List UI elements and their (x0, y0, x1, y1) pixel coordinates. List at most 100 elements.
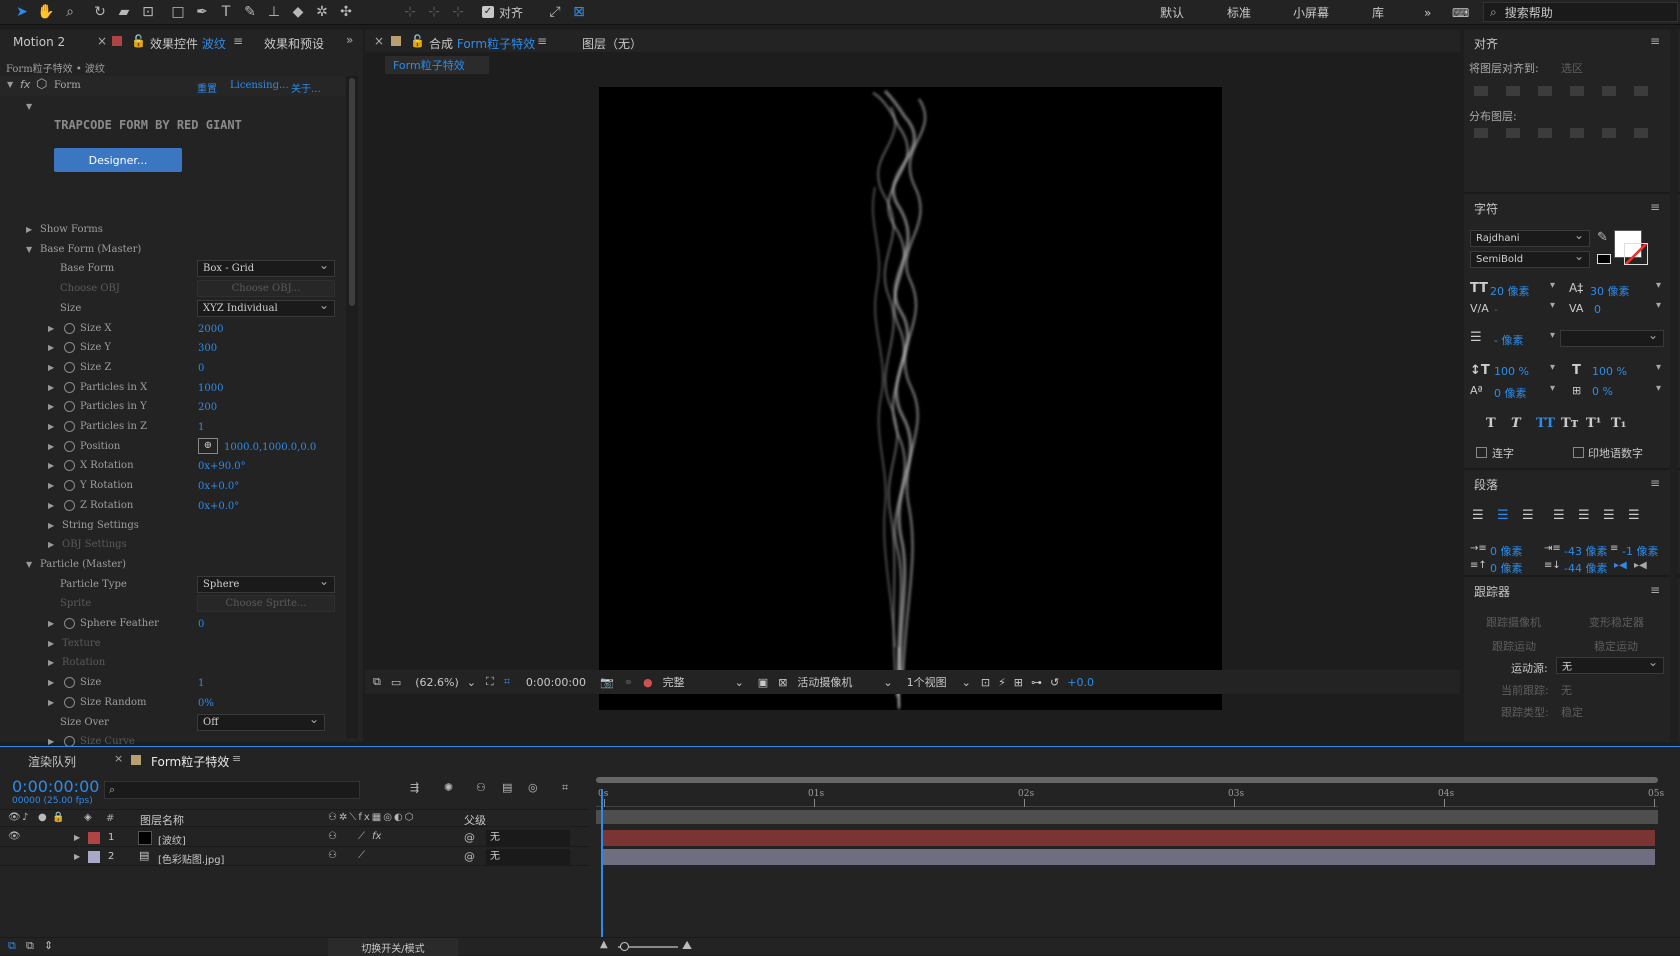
zoom-slider-thumb[interactable] (620, 942, 629, 951)
panel-menu-icon[interactable]: ≡ (232, 752, 241, 765)
camera-tool-icon[interactable]: ▰ (112, 1, 136, 23)
panel-menu-icon[interactable]: ≡ (1650, 583, 1660, 597)
views-dropdown[interactable]: 1个视图 (907, 674, 962, 690)
close-icon[interactable]: × (114, 752, 123, 765)
rtl-icon[interactable]: ▸◀ (1634, 560, 1647, 571)
paragraph-align-icon[interactable]: ☰ (1578, 508, 1590, 523)
stopwatch-icon[interactable] (64, 361, 75, 373)
frame-blend-icon[interactable]: ▤ (502, 781, 512, 794)
workspace-overflow-icon[interactable]: » (1424, 0, 1431, 25)
align-button-icon[interactable] (1506, 86, 1520, 96)
eye-icon[interactable]: 👁 (8, 812, 21, 823)
property-value[interactable]: 0x+0.0° (198, 501, 239, 512)
distribute-button-icon[interactable] (1538, 128, 1552, 138)
designer-button[interactable]: Designer... (54, 148, 182, 172)
paragraph-align-icon[interactable]: ☰ (1553, 508, 1565, 523)
expand-triangle-icon[interactable]: ▶ (48, 619, 54, 628)
chevron-down-icon[interactable]: ⌄ (883, 676, 892, 689)
property-row[interactable]: Particle Type Sphere (0, 574, 345, 595)
paragraph-align-icon[interactable]: ☰ (1497, 508, 1509, 523)
tab-effects-presets[interactable]: 效果和预设 (264, 35, 324, 52)
camera-dropdown[interactable]: 活动摄像机 (797, 674, 883, 690)
label-icon[interactable]: ◈ (84, 812, 92, 823)
baseline-shift-value[interactable]: 0 像素 (1494, 385, 1527, 401)
panel-menu-icon[interactable]: ≡ (1650, 200, 1660, 214)
stopwatch-icon[interactable] (64, 401, 75, 413)
distribute-button-icon[interactable] (1474, 128, 1488, 138)
property-value[interactable]: 300 (198, 343, 217, 354)
paragraph-align-icon[interactable]: ☰ (1472, 508, 1484, 523)
tab-effect-controls[interactable]: 效果控件 波纹 (150, 35, 226, 52)
horizontal-scale-value[interactable]: 100 % (1592, 365, 1627, 378)
snapshot-icon[interactable]: ⧉ (373, 675, 381, 689)
panel-menu-icon[interactable]: ≡ (233, 34, 243, 48)
property-row[interactable]: ▶ Size Random 0% (0, 693, 345, 713)
lock-icon[interactable]: 🔓 (410, 34, 425, 48)
stopwatch-icon[interactable] (64, 381, 75, 393)
quality-switch-icon[interactable]: ⟋ (358, 831, 365, 842)
display-icon[interactable]: ▭ (391, 676, 401, 689)
stopwatch-icon[interactable] (64, 677, 75, 689)
crosshair-icon[interactable]: ⊕ (198, 437, 218, 454)
type-style-button[interactable]: T¹ (1586, 416, 1601, 431)
shy-switch-icon[interactable]: ⚇ (328, 850, 337, 861)
stopwatch-icon[interactable] (64, 499, 75, 511)
property-value[interactable]: 1 (198, 422, 204, 433)
property-value[interactable]: 1000.0,1000.0,0.0 (224, 442, 316, 453)
paragraph-align-icon[interactable]: ☰ (1603, 508, 1615, 523)
property-row[interactable]: ▶ Particles in X 1000 (0, 378, 345, 398)
eraser-tool-icon[interactable]: ◆ (286, 1, 310, 23)
parent-dropdown[interactable]: 无 (486, 830, 570, 846)
property-row[interactable]: ▶ Size 1 (0, 673, 345, 693)
switch-mode-toggle[interactable]: 切换开关/模式 (328, 938, 458, 956)
pan-behind-tool-icon[interactable]: ⊡ (136, 1, 160, 23)
zoom-dropdown[interactable]: (62.6%) (415, 676, 459, 689)
tab-timeline-comp[interactable]: Form粒子特效 (151, 753, 229, 770)
chevron-down-icon[interactable]: ▾ (1550, 383, 1555, 394)
kerning-value[interactable]: - (1494, 303, 1498, 316)
quality-switch-icon[interactable]: ⟋ (358, 850, 365, 861)
stroke-type-dropdown[interactable] (1560, 328, 1664, 347)
property-value[interactable]: 0x+90.0° (198, 461, 246, 472)
expand-triangle-icon[interactable]: ▶ (48, 461, 54, 470)
stopwatch-icon[interactable] (64, 696, 75, 708)
scrollbar[interactable] (346, 76, 358, 738)
puppet-tool-icon[interactable]: ✣ (334, 1, 358, 23)
layer-search-input[interactable]: ⌕ (104, 781, 360, 799)
channel-icon[interactable]: ● (643, 676, 653, 689)
property-button[interactable]: Choose Sprite... (197, 595, 335, 613)
align-button-icon[interactable] (1538, 86, 1552, 96)
expand-triangle-icon[interactable]: ▶ (48, 540, 54, 549)
tab-composition[interactable]: 合成 Form粒子特效 (429, 35, 535, 52)
rectangle-tool-icon[interactable]: □ (166, 1, 190, 23)
zoom-tool-icon[interactable]: ⌕ (58, 1, 82, 23)
stabilize-motion-button[interactable]: 稳定运动 (1594, 638, 1638, 654)
expand-triangle-icon[interactable]: ▶ (48, 639, 54, 648)
property-row[interactable]: ▶ Y Rotation 0x+0.0° (0, 476, 345, 496)
expand-triangle-icon[interactable]: ▶ (48, 737, 54, 746)
property-row[interactable]: ▶ Show Forms (0, 220, 345, 240)
flowchart-icon[interactable]: ⊶ (1031, 676, 1042, 689)
swap-colors-icon[interactable] (1597, 254, 1611, 264)
chevron-down-icon[interactable]: ▾ (1656, 362, 1661, 373)
render-icon[interactable]: ⊡ (981, 676, 990, 689)
draft-3d-icon[interactable]: ✺ (444, 781, 453, 794)
align-button-icon[interactable] (1570, 86, 1584, 96)
type-style-button[interactable]: T (1486, 416, 1496, 431)
property-row[interactable]: Base Form Box - Grid (0, 258, 345, 279)
chevron-down-icon[interactable]: ⌄ (962, 676, 971, 689)
property-row[interactable]: Size XYZ Individual (0, 298, 345, 319)
table-row[interactable]: 👁 ▶ 1 [波纹] ⚇ ⟋ fx @ 无 (0, 829, 590, 847)
rotate-tool-icon[interactable]: ↻ (88, 1, 112, 23)
solo-icon[interactable]: ● (38, 812, 47, 823)
stopwatch-icon[interactable] (64, 421, 75, 432)
hand-tool-icon[interactable]: ✋ (34, 1, 58, 23)
text-tool-icon[interactable]: T (214, 1, 238, 23)
chevron-down-icon[interactable]: ▾ (1550, 280, 1555, 291)
zoom-out-icon[interactable]: ▲ (600, 939, 608, 950)
stopwatch-icon[interactable] (64, 480, 75, 492)
warp-stabilizer-button[interactable]: 变形稳定器 (1589, 614, 1644, 630)
comp-mini-icon[interactable]: ⧉ (8, 939, 16, 953)
align-button-icon[interactable] (1634, 86, 1648, 96)
chevron-down-icon[interactable]: ⌄ (467, 676, 476, 689)
